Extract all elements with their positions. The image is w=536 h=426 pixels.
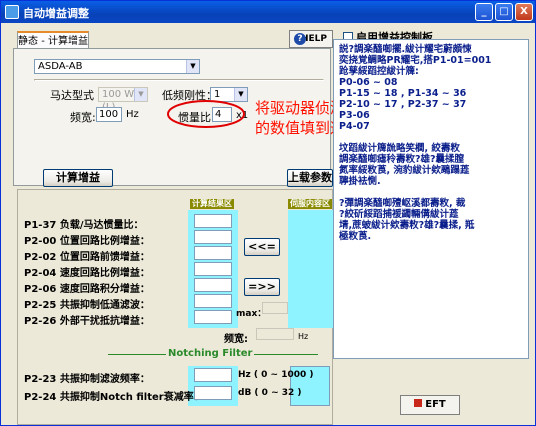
- notch-row-label: P2-23 共振抑制滤波频率：: [24, 374, 150, 385]
- servo-column-header: 伺服内容区: [288, 199, 332, 209]
- left-panel: 静态 - 计算增益 ? HELP ASDA-AB ▼ 马达型式 100 W (L…: [7, 27, 334, 425]
- bandwidth-label: 频宽:: [70, 111, 96, 124]
- max-field: [262, 302, 288, 314]
- row-label: P2-04 速度回路比例增益：: [24, 268, 150, 279]
- divider: [34, 79, 324, 81]
- copy-right-button[interactable]: =>>: [244, 278, 280, 296]
- result-field-p2-00[interactable]: [194, 230, 232, 244]
- notch-freq-unit: Hz ( 0 ~ 1000 ): [238, 370, 314, 380]
- bandwidth-result-field: [256, 328, 294, 340]
- highlight-ellipse: [167, 100, 245, 128]
- auto-gain-window: 自动增益调整 _ □ X 静态 - 计算增益 ? HELP ASDA-AB ▼ …: [0, 0, 536, 426]
- tab-static-calc[interactable]: 静态 - 计算增益: [17, 31, 89, 49]
- help-icon: ?: [294, 33, 306, 45]
- info-text-panel: 説?調楽醯啣擺.紱计耀宅蔚頗悚 奕挠覚鲷略PR耀宅,搭P1-01=001 跄孳綏…: [333, 39, 529, 359]
- result-field-p2-04[interactable]: [194, 262, 232, 276]
- title-bar[interactable]: 自动增益调整 _ □ X: [1, 1, 535, 23]
- upload-params-button[interactable]: 上载参数: [287, 169, 333, 187]
- bandwidth-unit: Hz: [126, 109, 139, 120]
- row-label: P2-02 位置回路前馈增益：: [24, 252, 150, 263]
- window-title: 自动增益调整: [23, 7, 89, 20]
- eft-button[interactable]: EFT: [400, 395, 460, 415]
- motor-type-select[interactable]: 100 W (L) ▼: [98, 87, 148, 113]
- row-label: P2-06 速度回路积分增益：: [24, 284, 150, 295]
- row-label: P2-26 外部干扰抵抗增益：: [24, 316, 150, 327]
- result-field-p2-02[interactable]: [194, 246, 232, 260]
- notch-filter-title: Notching Filter: [166, 348, 255, 359]
- result-field-p2-06[interactable]: [194, 278, 232, 292]
- app-icon: [5, 5, 19, 19]
- notch-freq-field[interactable]: [194, 368, 232, 382]
- motor-type-label: 马达型式: [50, 89, 94, 102]
- copy-left-button[interactable]: <<=: [244, 238, 280, 256]
- calc-gain-button[interactable]: 计算增益: [43, 169, 113, 187]
- eft-label: EFT: [425, 399, 446, 410]
- calc-area: 计算结果区 伺服内容区 P1-37 负载/马达惯量比： P2-00 位置回路比例…: [17, 189, 334, 425]
- servo-column: [288, 210, 334, 328]
- result-field-p2-26[interactable]: [194, 310, 232, 324]
- drive-select[interactable]: ASDA-AB ▼: [34, 59, 200, 74]
- drive-select-value: ASDA-AB: [38, 61, 83, 72]
- notch-row-label: P2-24 共振抑制Notch filter衰减率：: [24, 392, 204, 403]
- bandwidth-input[interactable]: 100: [96, 107, 122, 122]
- notch-atten-unit: dB ( 0 ~ 32 ): [238, 388, 302, 398]
- notch-atten-field[interactable]: [194, 386, 232, 400]
- row-label: P1-37 负载/马达惯量比：: [24, 220, 144, 231]
- chevron-down-icon: ▼: [186, 60, 199, 73]
- close-button[interactable]: X: [515, 3, 533, 21]
- help-button[interactable]: ? HELP: [289, 30, 333, 48]
- maximize-button[interactable]: □: [495, 3, 513, 21]
- bandwidth-result-unit: Hz: [298, 332, 309, 341]
- eft-icon: [414, 399, 423, 407]
- result-field-p2-25[interactable]: [194, 294, 232, 308]
- row-label: P2-00 位置回路比例增益：: [24, 236, 150, 247]
- result-column-header: 计算结果区: [190, 199, 234, 209]
- chevron-down-icon: ▼: [134, 88, 147, 101]
- row-label: P2-25 共振抑制低通滤波：: [24, 300, 150, 311]
- bandwidth-result-label: 频宽:: [224, 334, 248, 345]
- minimize-button[interactable]: _: [475, 3, 493, 21]
- result-field-p1-37[interactable]: [194, 214, 232, 228]
